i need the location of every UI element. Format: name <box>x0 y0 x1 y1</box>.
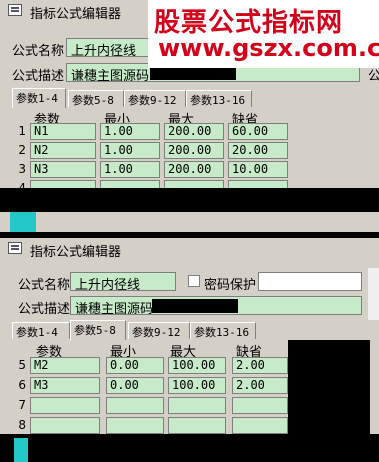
row-number: 8 <box>18 418 26 432</box>
param-min-cell[interactable]: 1.00 <box>100 123 160 140</box>
editor-window-top: 指标公式编辑器 公式名称 上升内径线 公式描述 谦穗主图源码 公 参数1-4 参… <box>0 0 379 232</box>
redaction-mark <box>152 299 238 313</box>
param-default-cell[interactable] <box>232 417 288 434</box>
param-min-cell[interactable] <box>106 397 164 414</box>
tab-params-1-4[interactable]: 参数1-4 <box>12 322 70 339</box>
password-label: 密码保护 <box>204 278 257 293</box>
row-number: 6 <box>18 378 26 392</box>
title-bar[interactable]: 指标公式编辑器 <box>0 238 379 260</box>
tab-params-5-8[interactable]: 参数5-8 <box>70 320 126 340</box>
param-min-cell[interactable]: 0.00 <box>106 377 164 394</box>
formula-name-label: 公式名称 <box>12 44 65 59</box>
tab-params-9-12[interactable]: 参数9-12 <box>128 322 190 339</box>
row-number: 2 <box>18 143 26 157</box>
formula-desc-label: 公式描述 <box>18 302 71 317</box>
param-max-cell[interactable] <box>168 417 226 434</box>
param-default-cell[interactable] <box>232 397 288 414</box>
param-max-cell[interactable]: 200.00 <box>164 123 224 140</box>
param-max-cell[interactable]: 200.00 <box>164 142 224 159</box>
tab-params-13-16[interactable]: 参数13-16 <box>190 322 256 339</box>
row-number: 5 <box>18 358 26 372</box>
blackout-strip <box>0 434 379 462</box>
param-name-cell[interactable]: M3 <box>30 377 100 394</box>
window-title: 指标公式编辑器 <box>30 7 122 22</box>
blackout-strip <box>0 188 379 212</box>
window-icon <box>8 242 22 254</box>
param-min-cell[interactable]: 0.00 <box>106 357 164 374</box>
redaction-mark <box>150 66 236 80</box>
param-default-cell[interactable]: 10.00 <box>228 161 288 178</box>
cyan-marker <box>10 212 36 232</box>
tab-params-13-16[interactable]: 参数13-16 <box>186 90 252 107</box>
formula-name-label: 公式名称 <box>18 278 71 293</box>
param-tabs: 参数1-4 参数5-8 参数9-12 参数13-16 <box>12 320 256 340</box>
param-default-cell[interactable]: 60.00 <box>228 123 288 140</box>
formula-name-input[interactable]: 上升内径线 <box>66 38 156 57</box>
param-min-cell[interactable]: 1.00 <box>100 161 160 178</box>
param-name-cell[interactable]: N2 <box>30 142 96 159</box>
param-tabs: 参数1-4 参数5-8 参数9-12 参数13-16 <box>12 88 252 108</box>
tab-params-1-4[interactable]: 参数1-4 <box>12 88 66 108</box>
param-max-cell[interactable]: 100.00 <box>168 357 226 374</box>
tab-params-5-8[interactable]: 参数5-8 <box>68 90 124 107</box>
cyan-marker <box>14 438 28 462</box>
param-max-cell[interactable] <box>168 397 226 414</box>
param-max-cell[interactable]: 200.00 <box>164 161 224 178</box>
param-default-cell[interactable]: 2.00 <box>232 377 288 394</box>
param-min-cell[interactable]: 1.00 <box>100 142 160 159</box>
param-name-cell[interactable]: N1 <box>30 123 96 140</box>
param-max-cell[interactable]: 100.00 <box>168 377 226 394</box>
row-number: 7 <box>18 398 26 412</box>
right-edge-panel <box>368 268 379 320</box>
password-checkbox[interactable] <box>188 275 200 287</box>
tab-params-9-12[interactable]: 参数9-12 <box>124 90 186 107</box>
window-title: 指标公式编辑器 <box>30 245 122 260</box>
param-default-cell[interactable]: 2.00 <box>232 357 288 374</box>
editor-window-bottom: 指标公式编辑器 公式名称 上升内径线 密码保护 公式描述 谦穗主图源码 参数1-… <box>0 238 379 462</box>
param-name-cell[interactable] <box>30 417 100 434</box>
watermark-banner: 股票公式指标网 www.gszx.com.cn <box>148 0 379 68</box>
password-input[interactable] <box>258 272 362 291</box>
watermark-url: www.gszx.com.cn <box>158 34 379 62</box>
param-name-cell[interactable] <box>30 397 100 414</box>
formula-desc-label: 公式描述 <box>12 69 65 84</box>
blackout-right <box>288 340 370 440</box>
param-name-cell[interactable]: M2 <box>30 357 100 374</box>
param-min-cell[interactable] <box>106 417 164 434</box>
window-icon <box>8 4 22 16</box>
row-number: 1 <box>18 124 26 138</box>
param-default-cell[interactable]: 20.00 <box>228 142 288 159</box>
row-number: 3 <box>18 162 26 176</box>
formula-desc-value: 谦穗主图源码 <box>71 69 150 82</box>
formula-name-input[interactable]: 上升内径线 <box>70 272 176 291</box>
formula-desc-value: 谦穗主图源码 <box>75 302 154 315</box>
param-name-cell[interactable]: N3 <box>30 161 96 178</box>
